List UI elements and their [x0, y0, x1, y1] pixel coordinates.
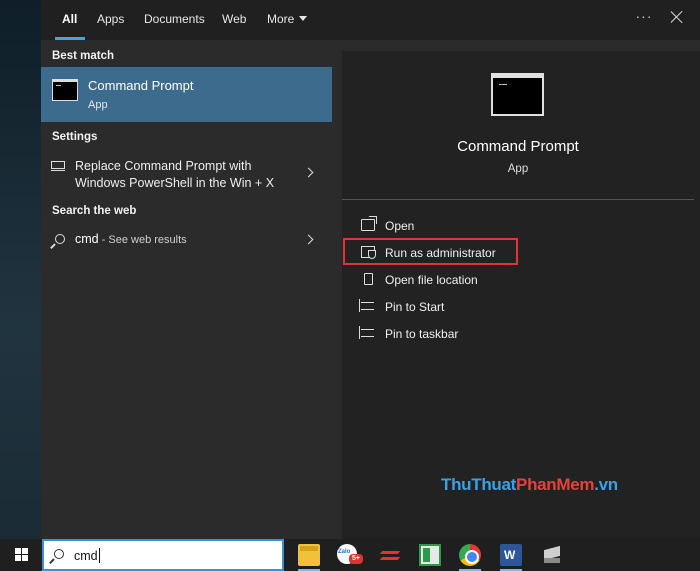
- settings-result-line2: Windows PowerShell in the Win + X: [75, 176, 275, 190]
- divider: [342, 199, 694, 200]
- best-match-item[interactable]: Command Prompt App: [41, 67, 332, 122]
- settings-result-text: Replace Command Prompt with Windows Powe…: [75, 158, 295, 192]
- search-web-header: Search the web: [52, 205, 137, 217]
- open-file-location-label: Open file location: [385, 273, 478, 287]
- settings-result-line1: Replace Command Prompt with: [75, 159, 252, 173]
- search-input-value: cmd: [74, 549, 98, 563]
- search-panel: All Apps Documents Web More ··· Best mat…: [41, 0, 700, 539]
- details-subtitle: App: [507, 163, 529, 175]
- search-input[interactable]: cmd: [74, 548, 100, 563]
- app-icon[interactable]: [541, 544, 563, 566]
- taskbar: cmd 5+: [0, 539, 700, 571]
- close-icon[interactable]: [666, 7, 688, 29]
- filter-tabs-bar: All Apps Documents Web More ···: [41, 0, 700, 40]
- best-match-header: Best match: [52, 50, 114, 62]
- web-suffix: - See web results: [98, 234, 187, 246]
- terminal-icon: [491, 73, 544, 116]
- settings-header: Settings: [52, 131, 98, 143]
- results-list: Best match Command Prompt App Settings R…: [41, 40, 332, 539]
- pin-icon: [359, 326, 374, 339]
- pin-to-start-label: Pin to Start: [385, 300, 445, 314]
- maps-icon[interactable]: [419, 544, 441, 566]
- best-match-title: Command Prompt: [88, 78, 194, 93]
- desktop-background: [0, 0, 42, 539]
- details-pane: Command Prompt App Open Run as administr…: [342, 51, 700, 539]
- highlight-box: [343, 238, 518, 265]
- watermark-part3: .vn: [594, 475, 618, 494]
- tab-more[interactable]: More: [267, 0, 308, 40]
- chevron-right-icon[interactable]: [303, 167, 314, 178]
- monitor-icon: [51, 161, 65, 172]
- web-query: cmd: [75, 232, 99, 246]
- ellipsis-icon[interactable]: ···: [634, 8, 654, 28]
- text-caret: [98, 548, 100, 563]
- terminal-icon: [52, 79, 78, 101]
- taskbar-search-box[interactable]: cmd: [42, 539, 284, 571]
- web-result-item[interactable]: cmd - See web results: [41, 226, 332, 254]
- settings-result-item[interactable]: Replace Command Prompt with Windows Powe…: [41, 153, 332, 193]
- watermark-logo: ThuThuatPhanMem.vn: [441, 475, 618, 495]
- anydesk-icon[interactable]: [379, 544, 401, 566]
- search-icon: [54, 549, 64, 559]
- folder-icon: [364, 273, 373, 285]
- tab-web[interactable]: Web: [222, 0, 246, 40]
- word-icon[interactable]: [500, 544, 522, 566]
- tab-more-label: More: [267, 12, 295, 26]
- best-match-subtitle: App: [88, 99, 108, 111]
- watermark-part2: PhanMem: [516, 475, 595, 494]
- tab-apps[interactable]: Apps: [97, 0, 124, 40]
- watermark-part1: ThuThuat: [441, 475, 517, 494]
- open-file-location-action[interactable]: Open file location: [342, 267, 694, 293]
- open-icon: [361, 216, 377, 231]
- tab-all[interactable]: All: [62, 0, 77, 40]
- chevron-right-icon[interactable]: [303, 234, 314, 245]
- chevron-down-icon: [299, 16, 308, 21]
- notification-badge: 5+: [349, 554, 363, 564]
- pin-to-taskbar-label: Pin to taskbar: [385, 327, 459, 341]
- search-icon: [55, 234, 65, 244]
- pin-icon: [359, 299, 374, 312]
- pin-to-start-action[interactable]: Pin to Start: [342, 294, 694, 320]
- pin-to-taskbar-action[interactable]: Pin to taskbar: [342, 321, 694, 347]
- details-title: Command Prompt: [457, 138, 579, 155]
- windows-logo-icon[interactable]: [15, 548, 29, 562]
- open-label: Open: [385, 219, 415, 233]
- file-explorer-icon[interactable]: [298, 544, 320, 566]
- web-result-text: cmd - See web results: [75, 232, 187, 246]
- open-action[interactable]: Open: [342, 213, 694, 239]
- chrome-icon[interactable]: [459, 544, 481, 566]
- tab-documents[interactable]: Documents: [144, 0, 205, 40]
